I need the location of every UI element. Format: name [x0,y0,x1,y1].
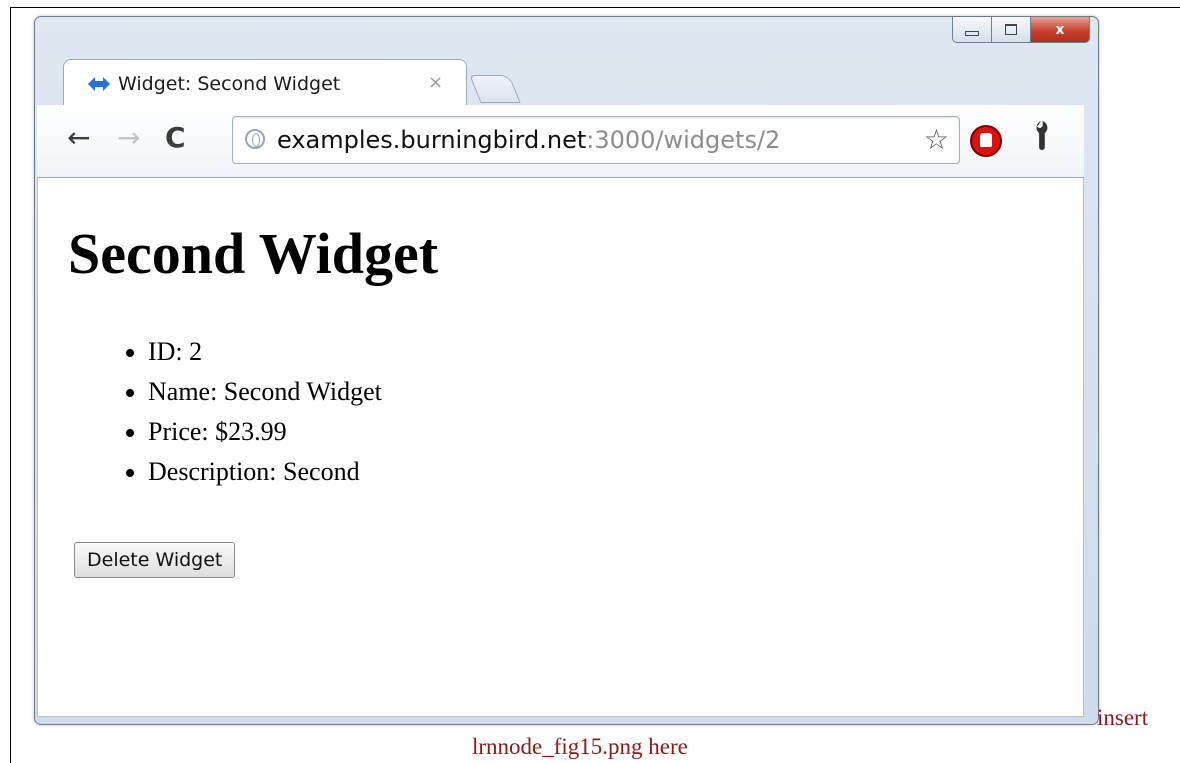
maximize-button[interactable] [992,17,1031,43]
caption-filename: lrnnode_fig15.png here [472,734,688,759]
url-path: :3000/widgets/2 [586,126,781,154]
list-item-id: ID: 2 [148,332,382,372]
caption-insert: insert [1097,705,1149,730]
forward-icon[interactable]: → [117,123,140,153]
list-item-name: Name: Second Widget [148,372,382,412]
new-tab-button[interactable] [469,75,521,103]
maximize-icon [1005,24,1017,35]
delete-widget-button[interactable]: Delete Widget [74,542,236,578]
window-controls: x [952,17,1090,43]
close-icon: x [1055,21,1065,38]
url-host: examples.burningbird.net [277,126,587,154]
tab-widget[interactable]: Widget: Second Widget × [63,59,467,108]
bookmark-star-icon[interactable]: ☆ [924,123,949,156]
document-frame-left [10,7,11,763]
browser-window: x Widget: Second Widget × ← → C examples… [34,16,1099,725]
page-title: Second Widget [68,221,439,286]
tab-close-icon[interactable]: × [428,72,443,93]
document-frame-top [10,7,1180,8]
url-text[interactable]: examples.burningbird.net:3000/widgets/2 [277,126,780,154]
wrench-icon[interactable] [1013,114,1061,162]
widget-details-list: ID: 2 Name: Second Widget Price: $23.99 … [88,332,382,492]
minimize-icon [965,31,979,36]
minimize-button[interactable] [952,17,992,43]
list-item-price: Price: $23.99 [148,412,382,452]
page-content: Second Widget ID: 2 Name: Second Widget … [37,178,1084,717]
adblock-stop-icon[interactable] [970,125,1002,157]
diamond-arrows-icon [88,77,110,91]
list-item-description: Description: Second [148,452,382,492]
back-icon[interactable]: ← [67,123,90,153]
globe-icon [245,129,265,149]
tab-title: Widget: Second Widget [118,73,341,95]
reload-icon[interactable]: C [165,123,186,153]
browser-toolbar: ← → C examples.burningbird.net:3000/widg… [37,105,1084,178]
address-bar[interactable]: examples.burningbird.net:3000/widgets/2 … [232,116,960,164]
close-window-button[interactable]: x [1031,17,1090,43]
